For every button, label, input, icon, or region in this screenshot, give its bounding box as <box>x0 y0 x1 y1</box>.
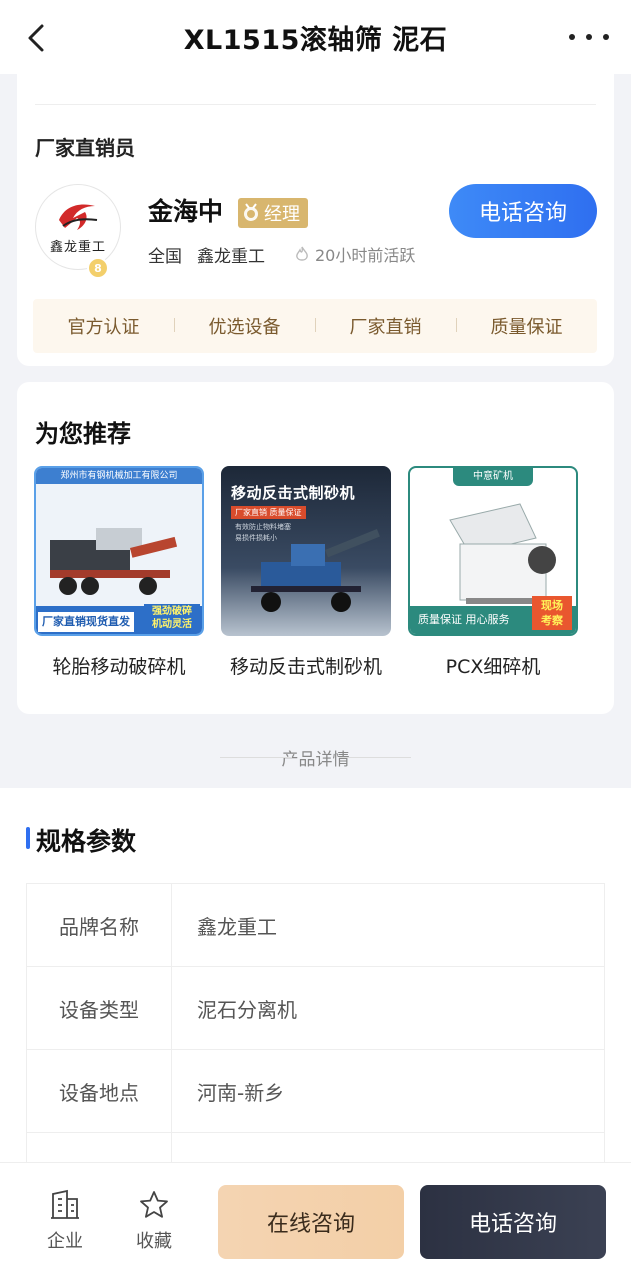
thumb-footer-left: 厂家直销现货直发 <box>38 612 134 632</box>
specs-heading: 规格参数 <box>36 827 137 856</box>
thumb-footer-line: 机动灵活 <box>152 619 192 630</box>
seller-company: 鑫龙重工 <box>197 247 265 267</box>
product-detail-divider: 产品详情 <box>0 745 631 770</box>
product-thumbnail: 中意矿机 质量保证 用心服务 现场 考察 <box>408 466 578 636</box>
medal-icon <box>244 203 258 221</box>
recommend-item[interactable]: 郑州市有钢机械加工有限公司 厂家直销现货直发 强劲破碎 机动灵活 轮胎移动破碎机 <box>34 466 204 679</box>
recommend-card: 为您推荐 郑州市有钢机械加工有限公司 厂家直销现货直发 强劲破碎 机动灵活 轮胎… <box>17 382 614 714</box>
avatar[interactable]: 鑫龙重工 <box>35 184 121 270</box>
thumb-footer-line: 强劲破碎 <box>152 606 192 617</box>
table-row: 品牌名称 鑫龙重工 <box>27 884 604 967</box>
active-status: 20小时前活跃 <box>295 242 415 266</box>
recommend-item-name: 轮胎移动破碎机 <box>52 656 186 678</box>
spec-value: 泥石分离机 <box>197 997 297 1022</box>
recommend-item-name: PCX细碎机 <box>445 656 541 678</box>
table-row: 设备地点 河南-新乡 <box>27 1050 604 1133</box>
bottom-action-bar: 企业 收藏 在线咨询 电话咨询 <box>0 1162 631 1280</box>
recommend-heading: 为您推荐 <box>35 420 131 448</box>
flame-icon <box>296 246 308 261</box>
thumb-stamp-line: 现场 <box>541 599 563 612</box>
page-title: XL1515滚轴筛 泥石 <box>183 24 448 56</box>
spec-value: 河南-新乡 <box>197 1080 285 1105</box>
chevron-left-icon <box>28 24 44 52</box>
trust-tag: 质量保证 <box>456 313 597 339</box>
phone-consult-button[interactable]: 电话咨询 <box>449 184 597 238</box>
star-icon <box>140 1191 168 1218</box>
thumb-stamp-line: 考察 <box>541 614 563 627</box>
role-label: 经理 <box>264 204 300 225</box>
spec-key: 设备地点 <box>27 1050 172 1132</box>
favorite-label: 收藏 <box>136 1231 172 1252</box>
enterprise-label: 企业 <box>47 1231 83 1252</box>
more-dot-icon <box>569 34 575 40</box>
recommend-item-name: 移动反击式制砂机 <box>229 656 382 678</box>
company-logo-icon <box>59 204 98 230</box>
enterprise-button[interactable]: 企业 <box>35 1189 95 1253</box>
sand-making-machine-image <box>251 529 380 612</box>
spec-key: 品牌名称 <box>27 884 172 966</box>
product-thumbnail: 郑州市有钢机械加工有限公司 厂家直销现货直发 强劲破碎 机动灵活 <box>34 466 204 636</box>
trust-tag: 官方认证 <box>67 317 140 338</box>
phone-consult-bottom-button[interactable]: 电话咨询 <box>420 1185 606 1259</box>
thumb-footer-right: 强劲破碎 机动灵活 <box>144 604 200 632</box>
top-nav-bar: XL1515滚轴筛 泥石 <box>0 0 631 74</box>
trust-tags: 官方认证 优选设备 厂家直销 质量保证 <box>33 299 597 353</box>
spec-value: 鑫龙重工 <box>197 914 277 939</box>
avatar-logo-text: 鑫龙重工 <box>49 239 106 255</box>
online-consult-button[interactable]: 在线咨询 <box>218 1185 404 1259</box>
spec-key: 设备类型 <box>27 967 172 1049</box>
recommend-item[interactable]: 移动反击式制砂机 厂家直销 质量保证 有效防止物料堵塞 易损件损耗小 移动反击式… <box>221 466 391 679</box>
more-dot-icon <box>586 34 592 40</box>
heading-accent-bar <box>26 827 30 849</box>
trust-tag: 厂家直销 <box>315 313 456 339</box>
thumb-stamp: 现场 考察 <box>532 596 572 630</box>
active-time: 20小时前活跃 <box>315 246 416 265</box>
table-row: 设备类型 泥石分离机 <box>27 967 604 1050</box>
seller-name: 金海中 <box>148 197 224 226</box>
back-button[interactable] <box>18 18 54 58</box>
trust-tag: 优选设备 <box>174 313 315 339</box>
level-badge: 8 <box>87 257 109 279</box>
divider-line <box>35 104 596 105</box>
seller-card: 厂家直销员 鑫龙重工 8 金海中 经理 全国 鑫龙重工 20小时前活跃 电话咨询… <box>17 74 614 366</box>
product-thumbnail: 移动反击式制砂机 厂家直销 质量保证 有效防止物料堵塞 易损件损耗小 <box>221 466 391 636</box>
more-menu-button[interactable] <box>569 22 609 52</box>
seller-location: 全国 <box>148 247 182 267</box>
building-icon <box>51 1189 79 1219</box>
section-label: 厂家直销员 <box>35 136 135 160</box>
more-dot-icon <box>603 34 609 40</box>
role-badge: 经理 <box>238 198 308 228</box>
favorite-button[interactable]: 收藏 <box>124 1189 184 1253</box>
recommend-item[interactable]: 中意矿机 质量保证 用心服务 现场 考察 PCX细碎机 <box>408 466 578 679</box>
specs-section: 规格参数 品牌名称 鑫龙重工 设备类型 泥石分离机 设备地点 河南-新乡 <box>0 788 631 1217</box>
